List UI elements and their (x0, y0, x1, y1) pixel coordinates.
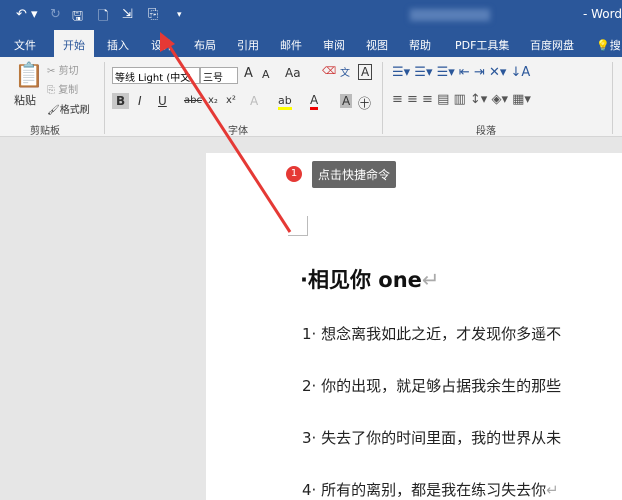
align-icons[interactable]: ≡ ≡ ≡ ▤ ▥ ↕▾ ◈▾ ▦▾ (392, 92, 531, 107)
font-group-label: 字体 (228, 126, 248, 137)
document-line: 3· 失去了你的时间里面，我的世界从未 (302, 429, 562, 447)
tab-references[interactable]: 引用 (237, 35, 259, 55)
text-effects-icon[interactable]: A (250, 94, 258, 108)
title-bar: ↶ ▾ ↻ 🖫 🗋 ⇲ ⎘ ▾ - Word (0, 0, 622, 30)
quick-command-button[interactable]: ⎘ (148, 7, 158, 22)
enclose-char-icon[interactable]: ㊉ (358, 93, 371, 112)
document-heading: ·相见你 one↵ (300, 268, 440, 292)
change-case-button[interactable]: Aa (285, 66, 301, 80)
tab-layout[interactable]: 布局 (194, 35, 216, 55)
char-border-icon[interactable]: A (358, 64, 373, 80)
char-shading-icon[interactable]: A (340, 94, 353, 108)
customize-toolbar-button[interactable]: ▾ (177, 10, 182, 20)
tab-file[interactable]: 文件 (14, 35, 36, 55)
italic-button[interactable]: I (138, 94, 142, 108)
divider (104, 62, 105, 134)
subscript-button[interactable]: x₂ (208, 95, 218, 106)
tab-design[interactable]: 设计 (151, 35, 173, 55)
paragraph-group-label: 段落 (476, 126, 496, 137)
divider (382, 62, 383, 134)
annotation-tooltip: 点击快捷命令 (312, 161, 397, 188)
touch-mode-button[interactable]: ⇲ (122, 7, 133, 22)
divider (612, 62, 613, 134)
phonetic-guide-icon[interactable]: 文 (340, 64, 350, 79)
bold-button[interactable]: B (112, 93, 130, 109)
undo-button[interactable]: ↶ ▾ (16, 7, 38, 22)
underline-button[interactable]: U (158, 94, 167, 108)
tab-review[interactable]: 审阅 (323, 35, 345, 55)
ribbon: 📋 粘贴 ✂ 剪切 ⎘ 复制 🖌格式刷 剪贴板 等线 Light (中文 三号 … (0, 57, 622, 137)
print-preview-button[interactable]: 🗋 (98, 7, 108, 29)
tab-help[interactable]: 帮助 (409, 35, 431, 55)
grow-font-button[interactable]: A (244, 66, 253, 81)
clear-format-icon[interactable]: ⌫ (322, 66, 336, 77)
document-name-blurred (410, 9, 490, 21)
tab-mailings[interactable]: 邮件 (280, 35, 302, 55)
font-size-select[interactable]: 三号 (200, 67, 238, 84)
tab-view[interactable]: 视图 (366, 35, 388, 55)
tab-baidu-disk[interactable]: 百度网盘 (530, 35, 574, 55)
document-line: 2· 你的出现，就足够占据我余生的那些 (302, 377, 562, 395)
superscript-button[interactable]: x² (226, 95, 236, 106)
font-color-icon[interactable]: A (310, 93, 319, 110)
step-badge: 1 (286, 166, 302, 182)
shrink-font-button[interactable]: A (262, 68, 270, 81)
bullets-icon[interactable]: ☰▾ ☰▾ ☰▾ ⇤ ⇥ ✕▾ ↓A (392, 65, 530, 80)
tab-pdf-tools[interactable]: PDF工具集 (455, 35, 509, 55)
save-button[interactable]: 🖫 (72, 7, 83, 29)
strikethrough-button[interactable]: abc (184, 95, 202, 106)
cut-button[interactable]: ✂ 剪切 (47, 62, 79, 77)
tab-home[interactable]: 开始 (54, 30, 94, 57)
paste-button[interactable]: 粘贴 (14, 92, 36, 108)
document-line: 4· 所有的离别，都是我在练习失去你↵ (302, 481, 559, 499)
format-painter-button[interactable]: 🖌格式刷 (47, 101, 90, 116)
margin-corner-mark (288, 216, 308, 236)
highlight-icon[interactable]: ab (278, 94, 292, 110)
lightbulb-icon[interactable]: 💡搜 (596, 35, 621, 55)
redo-button[interactable]: ↻ (50, 7, 61, 22)
document-line: 1· 想念离我如此之近，才发现你多遥不 (302, 325, 562, 343)
copy-button[interactable]: ⎘ 复制 (47, 81, 78, 96)
tab-insert[interactable]: 插入 (107, 35, 129, 55)
font-name-select[interactable]: 等线 Light (中文 (112, 67, 200, 84)
clipboard-icon: 📋 (14, 61, 44, 89)
clipboard-group-label: 剪贴板 (30, 126, 60, 137)
ribbon-tabs: 文件 开始 插入 设计 布局 引用 邮件 审阅 视图 帮助 PDF工具集 百度网… (0, 30, 622, 57)
window-title: - Word (583, 7, 622, 21)
